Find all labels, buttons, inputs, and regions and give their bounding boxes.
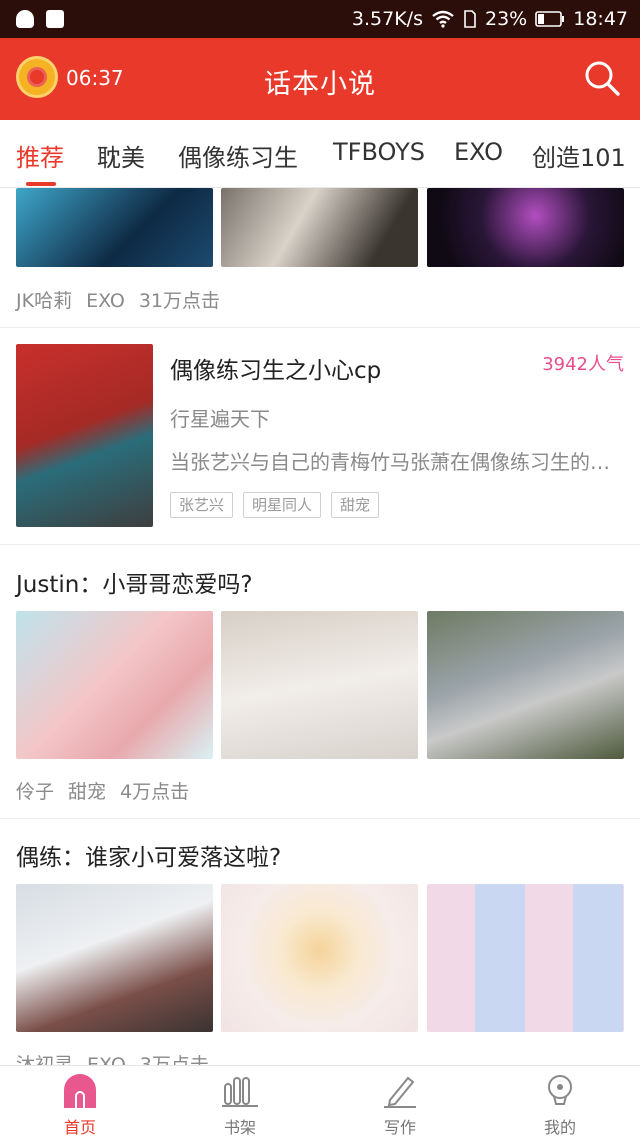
sim-icon [464,10,476,28]
book-title: 偶像练习生之小心cp [170,358,382,384]
cover-image [16,884,213,1032]
app-notification-icon [46,10,64,28]
tab-danmei[interactable]: 耽美 [97,138,145,173]
app-header: 06:37 话本小说 [0,38,640,120]
tag[interactable]: 张艺兴 [170,492,234,518]
book-author: 行星遍天下 [170,407,270,431]
nav-home[interactable]: 首页 [0,1066,160,1138]
cover-image [221,884,418,1032]
home-icon [64,1074,96,1108]
qq-notification-icon [16,10,34,28]
cover-image [427,188,624,267]
divider [0,818,640,819]
cover-image [427,611,624,759]
story-title: Justin：小哥哥恋爱吗? [16,572,253,598]
item-meta: 沐初灵 EXO 3万点击 [16,1054,209,1065]
cover-image [221,611,418,759]
nav-write[interactable]: 写作 [320,1066,480,1138]
tab-tfboys[interactable]: TFBOYS [333,138,425,166]
clock-time: 18:47 [573,8,628,30]
status-bar: 3.57K/s 23% 18:47 [0,0,640,38]
network-speed: 3.57K/s [351,8,423,30]
profile-icon [548,1075,572,1105]
tab-recommend[interactable]: 推荐 [16,138,64,173]
tab-idol-producer[interactable]: 偶像练习生 [178,138,298,173]
search-icon[interactable] [582,58,622,98]
nav-bookshelf[interactable]: 书架 [160,1066,320,1138]
battery-percent: 23% [485,8,528,30]
feed[interactable]: JK哈莉 EXO 31万点击 偶像练习生之小心cp 3942人气 行星遍天下 当张艺… [0,188,640,1065]
cover-image [221,188,418,267]
nav-profile[interactable]: 我的 [480,1066,640,1138]
bottom-nav: 首页 书架 写作 我的 [0,1065,640,1138]
tag[interactable]: 明星同人 [243,492,322,518]
item-meta: 伶子 甜宠 4万点击 [16,781,190,803]
divider [0,544,640,545]
cover-image [427,884,624,1032]
bookshelf-icon [222,1077,258,1107]
cover-image [16,611,213,759]
tag[interactable]: 甜宠 [331,492,380,518]
story-title: 偶练：谁家小可爱落这啦? [16,845,282,871]
book-cover [16,344,153,527]
divider [0,327,640,328]
active-tab-indicator [26,182,56,186]
tab-exo[interactable]: EXO [454,138,503,166]
book-description: 当张艺兴与自己的青梅竹马张萧在偶像练习生的… [170,450,610,474]
cover-image [16,188,213,267]
item-meta: JK哈莉 EXO 31万点击 [16,290,221,312]
book-tags: 张艺兴 明星同人 甜宠 [170,492,380,518]
app-title: 话本小说 [264,69,376,100]
battery-icon [535,11,565,27]
pencil-icon [384,1076,416,1108]
category-tabs: 推荐 耽美 偶像练习生 TFBOYS EXO 创造101 [0,120,640,188]
popularity-count: 3942人气 [542,354,624,375]
wifi-icon [432,10,454,28]
tab-produce101[interactable]: 创造101 [532,138,626,173]
